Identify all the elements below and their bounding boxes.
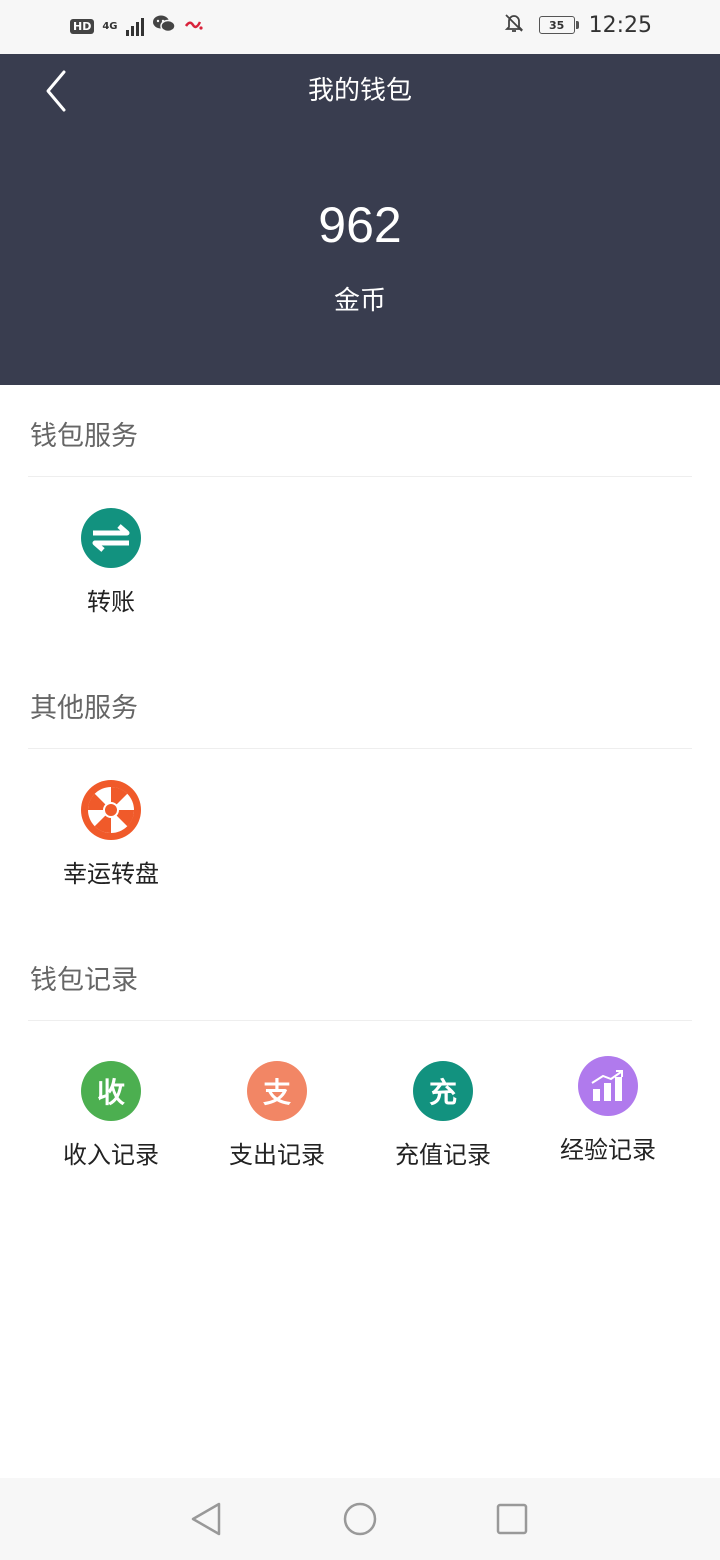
expense-icon: 支 [247,1061,307,1121]
divider [28,476,692,477]
circle-home-icon [343,1502,377,1536]
divider [28,1020,692,1021]
section-title-wallet-records: 钱包记录 [30,965,138,996]
income-record-tile[interactable]: 收 收入记录 [29,1061,193,1170]
divider [28,748,692,749]
notification-app-icon [184,16,204,36]
section-title-wallet-service: 钱包服务 [30,421,138,452]
coin-balance: 962 [318,197,402,253]
experience-record-tile[interactable]: 经验记录 [526,1056,690,1165]
income-icon: 收 [81,1061,141,1121]
square-recents-icon [496,1503,528,1535]
transfer-label: 转账 [87,588,135,616]
status-right: 35 12:25 [503,12,652,38]
hd-badge: HD [70,18,95,34]
page-title: 我的钱包 [307,76,412,106]
transfer-tile[interactable]: 转账 [29,508,193,617]
experience-record-label: 经验记录 [560,1136,656,1164]
status-bar: HD 4G 35 12:25 [0,0,720,54]
wechat-icon [152,14,176,38]
clock: 12:25 [588,12,652,38]
lucky-wheel-tile[interactable]: 幸运转盘 [29,780,193,889]
mute-bell-icon [503,12,525,38]
nav-recents-button[interactable] [489,1496,535,1542]
chart-icon [578,1056,638,1116]
wallet-header: 我的钱包 962 金币 [0,54,720,385]
expense-record-tile[interactable]: 支 支出记录 [195,1061,359,1170]
nav-back-button[interactable] [183,1496,229,1542]
system-nav-bar [0,1478,720,1560]
triangle-back-icon [191,1502,221,1536]
expense-record-label: 支出记录 [229,1141,325,1169]
recharge-icon: 充 [413,1061,473,1121]
section-title-other-service: 其他服务 [30,693,138,724]
recharge-record-label: 充值记录 [395,1141,491,1169]
signal-icon [125,16,144,36]
network-label: 4G [102,20,118,32]
transfer-icon [81,508,141,568]
status-left: HD 4G [70,14,204,38]
lucky-wheel-label: 幸运转盘 [63,860,159,888]
battery-icon: 35 [538,16,579,34]
nav-home-button[interactable] [337,1496,383,1542]
coin-unit-label: 金币 [333,286,386,316]
income-record-label: 收入记录 [63,1141,159,1169]
lucky-wheel-icon [81,780,141,840]
recharge-record-tile[interactable]: 充 充值记录 [361,1061,525,1170]
